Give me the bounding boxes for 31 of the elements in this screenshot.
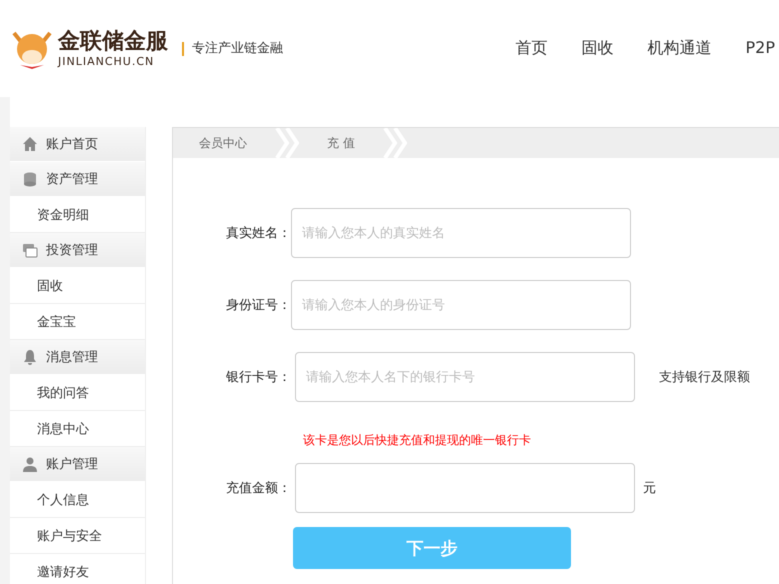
input-field[interactable]: 请输入您本人的真实姓名 bbox=[291, 208, 631, 258]
input-field[interactable]: 请输入您本人名下的银行卡号 bbox=[295, 352, 635, 402]
card-icon bbox=[22, 242, 38, 258]
user-icon bbox=[22, 456, 38, 472]
input-field[interactable]: 请输入您本人的身份证号 bbox=[291, 280, 631, 330]
sidebar-group[interactable]: 账户管理 bbox=[10, 447, 145, 482]
sidebar-group[interactable]: 消息管理 bbox=[10, 340, 145, 375]
field-label: 真实姓名： bbox=[225, 225, 291, 242]
brand-domain: JINLIANCHU.CN bbox=[58, 55, 156, 68]
breadcrumb-item[interactable]: 充 值 bbox=[327, 134, 355, 152]
input-field[interactable] bbox=[295, 463, 635, 513]
bell-icon bbox=[22, 349, 38, 365]
brand-name: 金联储金服 bbox=[58, 29, 168, 55]
unit-label: 元 bbox=[643, 480, 656, 497]
home-icon bbox=[22, 136, 38, 152]
field-label: 充值金额： bbox=[225, 480, 291, 497]
nav-link[interactable]: P2P bbox=[746, 38, 775, 59]
bank-limits-link[interactable]: 支持银行及限额 bbox=[659, 368, 750, 386]
card-note: 该卡是您以后快捷充值和提现的唯一银行卡 bbox=[303, 432, 532, 449]
chevron-icon bbox=[275, 128, 299, 158]
nav-link[interactable]: 机构通道 bbox=[648, 38, 712, 59]
breadcrumb-item[interactable]: 会员中心 bbox=[199, 134, 247, 152]
sidebar-group[interactable]: 资产管理 bbox=[10, 162, 145, 197]
field-label: 银行卡号： bbox=[225, 369, 291, 386]
nav-link[interactable]: 首页 bbox=[516, 38, 548, 59]
field-label: 身份证号： bbox=[225, 297, 291, 314]
sidebar-group[interactable]: 投资管理 bbox=[10, 233, 145, 268]
chevron-icon bbox=[382, 128, 407, 158]
nav-link[interactable]: 固收 bbox=[582, 38, 614, 59]
slogan: 专注产业链金融 bbox=[182, 42, 283, 56]
sidebar-group[interactable]: 账户首页 bbox=[10, 127, 145, 162]
